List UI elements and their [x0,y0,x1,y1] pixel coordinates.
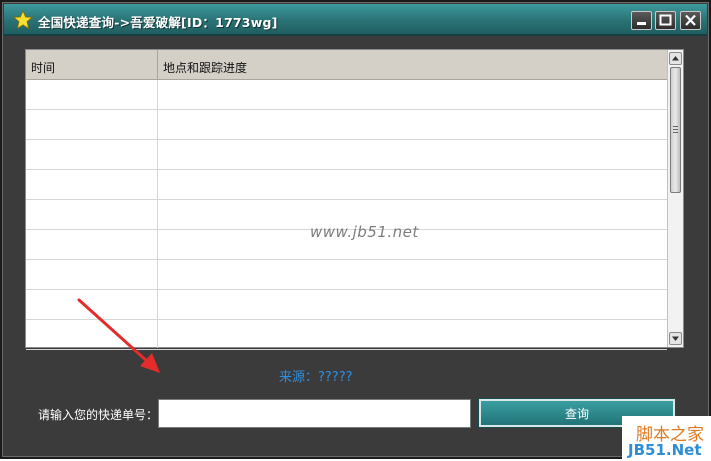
main-window: 全国快递查询->吾爱破解[ID：1773wg] 时间 地点和跟踪进度 www.j… [0,0,711,461]
tracking-number-label: 请输入您的快递单号： [38,408,159,422]
site-logo: 脚本之家 JB51.Net [622,416,711,461]
tracking-number-input[interactable] [158,399,471,428]
source-label: 来源：????? [279,370,353,385]
annotation-arrow-icon [77,298,160,373]
logo-text-en: JB51.Net [628,441,702,459]
